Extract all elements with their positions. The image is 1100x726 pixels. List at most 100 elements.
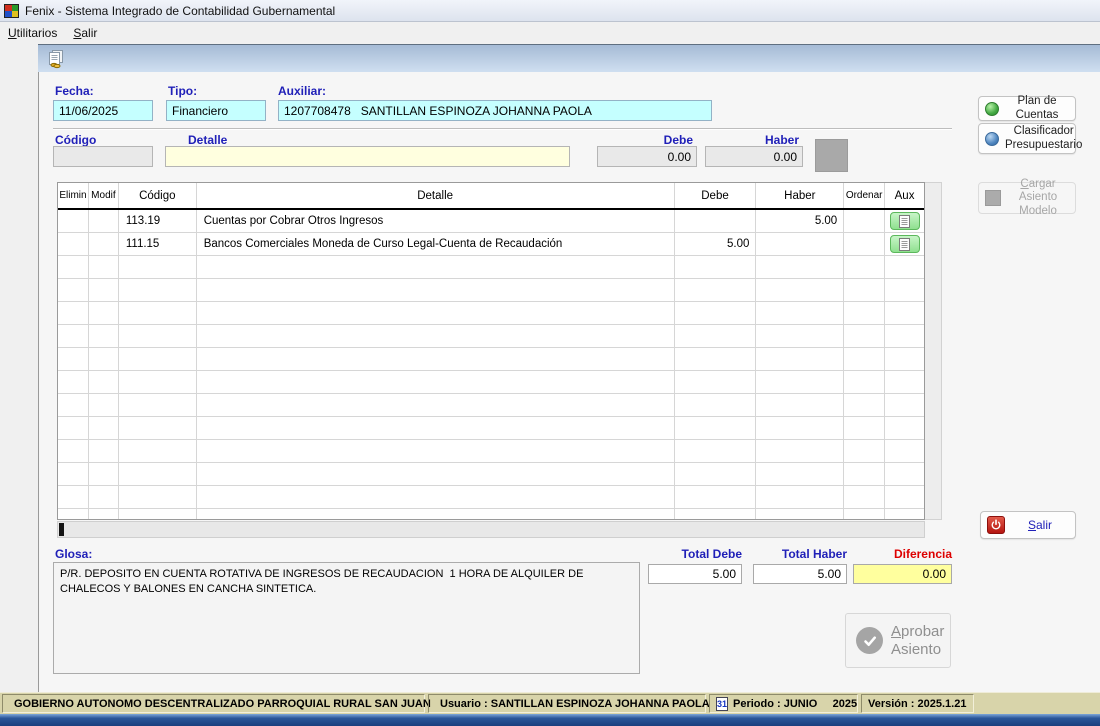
- window-title: Fenix - Sistema Integrado de Contabilida…: [25, 4, 335, 18]
- empty-cell: [885, 279, 924, 301]
- empty-cell: [197, 348, 675, 370]
- entry-table-header: Elimin Modif Código Detalle Debe Haber O…: [58, 183, 924, 210]
- total-haber-field: 5.00: [753, 564, 847, 584]
- empty-cell: [58, 302, 89, 324]
- plan-de-cuentas-button[interactable]: Plan de Cuentas: [978, 96, 1076, 121]
- empty-cell: [119, 325, 197, 347]
- empty-cell: [885, 463, 924, 485]
- empty-cell: [89, 394, 119, 416]
- status-version: Versión : 2025.1.21: [861, 694, 974, 713]
- header-modif: Modif: [89, 183, 119, 208]
- empty-cell: [89, 486, 119, 508]
- empty-cell: [197, 394, 675, 416]
- empty-cell: [844, 256, 885, 278]
- document-coins-icon[interactable]: [46, 49, 66, 69]
- empty-cell: [756, 371, 844, 393]
- empty-cell: [885, 509, 924, 520]
- empty-cell: [119, 486, 197, 508]
- empty-cell: [675, 371, 757, 393]
- empty-cell: [675, 463, 757, 485]
- fecha-field[interactable]: 11/06/2025: [53, 100, 153, 121]
- empty-cell: [89, 417, 119, 439]
- horizontal-scroll-thumb[interactable]: [59, 523, 64, 536]
- cell-haber: 5.00: [756, 210, 844, 232]
- cell-aux: [885, 233, 924, 255]
- empty-cell: [197, 279, 675, 301]
- empty-cell: [844, 486, 885, 508]
- codigo-label: Código: [55, 133, 96, 147]
- menu-salir[interactable]: Salir: [65, 23, 105, 43]
- empty-cell: [89, 256, 119, 278]
- empty-cell: [675, 417, 757, 439]
- salir-button[interactable]: Salir: [980, 511, 1076, 539]
- cell-haber: [756, 233, 844, 255]
- aprobar-asiento-button[interactable]: AprobarAsiento: [845, 613, 951, 668]
- empty-cell: [675, 302, 757, 324]
- debe-input[interactable]: 0.00: [597, 146, 697, 167]
- empty-cell: [844, 325, 885, 347]
- haber-input[interactable]: 0.00: [705, 146, 803, 167]
- diferencia-label: Diferencia: [853, 547, 952, 561]
- empty-cell: [197, 371, 675, 393]
- status-periodo: 31 Periodo : JUNIO 2025: [709, 694, 858, 713]
- empty-cell: [675, 394, 757, 416]
- clasificador-presupuestario-button[interactable]: ClasificadorPresupuestario: [978, 123, 1076, 154]
- empty-cell: [89, 440, 119, 462]
- add-entry-square-button[interactable]: [815, 139, 848, 172]
- empty-cell: [89, 279, 119, 301]
- empty-cell: [885, 325, 924, 347]
- glosa-textarea[interactable]: P/R. DEPOSITO EN CUENTA ROTATIVA DE INGR…: [53, 562, 640, 674]
- table-row[interactable]: 111.15 Bancos Comerciales Moneda de Curs…: [58, 233, 924, 256]
- table-row-empty: [58, 256, 924, 279]
- empty-cell: [756, 486, 844, 508]
- detalle-input[interactable]: [165, 146, 570, 167]
- aux-document-button[interactable]: [890, 235, 920, 253]
- table-horizontal-scrollbar[interactable]: [57, 521, 925, 538]
- application-window: Fenix - Sistema Integrado de Contabilida…: [0, 0, 1100, 726]
- empty-cell: [89, 302, 119, 324]
- auxiliar-field[interactable]: 1207708478 SANTILLAN ESPINOZA JOHANNA PA…: [278, 100, 712, 121]
- empty-cell: [756, 279, 844, 301]
- empty-cell: [756, 256, 844, 278]
- empty-cell: [58, 325, 89, 347]
- empty-cell: [58, 486, 89, 508]
- cell-ordenar: [844, 210, 885, 232]
- empty-cell: [844, 394, 885, 416]
- total-haber-label: Total Haber: [753, 547, 847, 561]
- empty-cell: [197, 509, 675, 520]
- separator-line: [53, 128, 952, 130]
- empty-cell: [119, 348, 197, 370]
- table-row-empty: [58, 302, 924, 325]
- table-row-empty: [58, 371, 924, 394]
- toolbar: [38, 44, 1100, 72]
- table-row-empty: [58, 394, 924, 417]
- cell-modif: [89, 210, 119, 232]
- empty-cell: [675, 509, 757, 520]
- header-codigo: Código: [119, 183, 197, 208]
- cell-codigo: 113.19: [119, 210, 197, 232]
- empty-cell: [756, 348, 844, 370]
- plan-de-cuentas-label: Plan de Cuentas: [1005, 95, 1069, 121]
- empty-cell: [885, 348, 924, 370]
- table-row[interactable]: 113.19 Cuentas por Cobrar Otros Ingresos…: [58, 210, 924, 233]
- empty-cell: [119, 279, 197, 301]
- table-vertical-scrollbar[interactable]: [925, 182, 942, 520]
- empty-cell: [58, 417, 89, 439]
- table-row-empty: [58, 417, 924, 440]
- document-icon: [899, 215, 910, 228]
- cargar-asiento-modelo-button[interactable]: Cargar AsientoModelo: [978, 182, 1076, 214]
- aux-document-button[interactable]: [890, 212, 920, 230]
- tipo-field[interactable]: Financiero: [166, 100, 266, 121]
- codigo-input[interactable]: [53, 146, 153, 167]
- empty-cell: [58, 279, 89, 301]
- empty-cell: [197, 486, 675, 508]
- empty-cell: [58, 348, 89, 370]
- empty-cell: [675, 348, 757, 370]
- table-row-empty: [58, 325, 924, 348]
- total-debe-field: 5.00: [648, 564, 742, 584]
- empty-cell: [89, 325, 119, 347]
- empty-cell: [885, 394, 924, 416]
- table-row-empty: [58, 440, 924, 463]
- menu-utilitarios[interactable]: Utilitarios: [0, 23, 65, 43]
- empty-cell: [119, 417, 197, 439]
